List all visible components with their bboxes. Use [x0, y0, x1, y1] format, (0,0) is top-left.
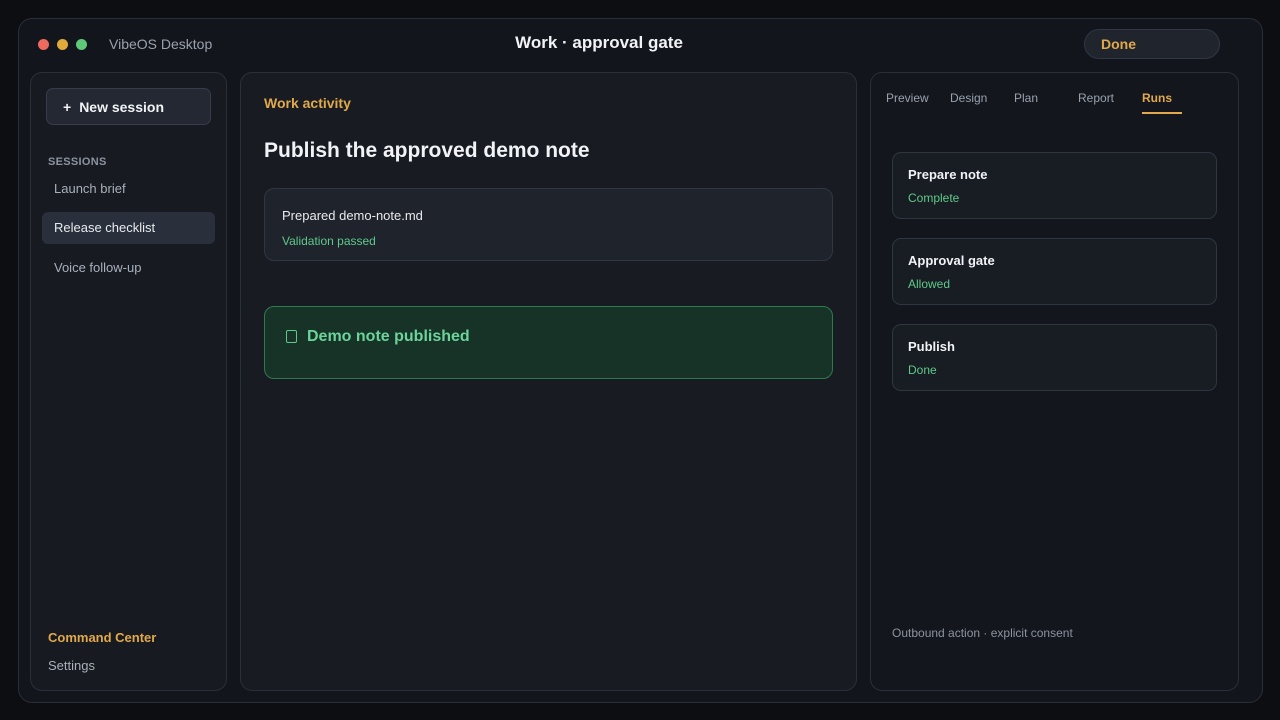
success-message: Demo note published [307, 328, 470, 345]
window-title: Work · approval gate [515, 33, 683, 52]
run-title: Publish [908, 339, 955, 354]
inspector-panel: Preview Design Plan Report Runs Prepare … [870, 72, 1239, 691]
section-label: Work activity [264, 95, 351, 111]
run-card-approval-gate[interactable]: Approval gate Allowed [892, 238, 1217, 305]
success-banner: Demo note published [264, 306, 833, 379]
tab-runs[interactable]: Runs [1142, 91, 1182, 114]
tab-plan[interactable]: Plan [1014, 91, 1038, 112]
command-center-link[interactable]: Command Center [48, 630, 156, 645]
run-title: Approval gate [908, 253, 995, 268]
run-status: Done [908, 363, 937, 377]
tab-design[interactable]: Design [950, 91, 987, 112]
session-item-voice-follow-up[interactable]: Voice follow-up [42, 252, 215, 284]
session-item-launch-brief[interactable]: Launch brief [42, 173, 215, 205]
settings-link[interactable]: Settings [48, 658, 95, 673]
sidebar: + New session SESSIONS Launch brief Relea… [30, 72, 227, 691]
tab-report[interactable]: Report [1078, 91, 1114, 112]
work-activity-panel: Work activity Publish the approved demo … [240, 72, 857, 691]
page-title: Publish the approved demo note [264, 139, 590, 162]
plus-icon: + [63, 99, 72, 115]
tab-preview[interactable]: Preview [886, 91, 929, 112]
consent-note: Outbound action · explicit consent [892, 626, 1073, 640]
session-item-release-checklist[interactable]: Release checklist [42, 212, 215, 244]
run-card-publish[interactable]: Publish Done [892, 324, 1217, 391]
document-check-icon [286, 330, 297, 343]
new-session-label: New session [79, 99, 165, 115]
run-status: Complete [908, 191, 960, 205]
artifact-card: Prepared demo-note.md Validation passed [264, 188, 833, 261]
run-status: Allowed [908, 277, 951, 291]
run-title: Prepare note [908, 167, 988, 182]
new-session-button[interactable]: + New session [46, 88, 211, 125]
sessions-heading: SESSIONS [48, 156, 107, 168]
run-card-prepare-note[interactable]: Prepare note Complete [892, 152, 1217, 219]
artifact-name: Prepared demo-note.md [282, 208, 423, 223]
status-badge: Done [1084, 29, 1220, 59]
app-window: VibeOS Desktop Work · approval gate Done… [18, 18, 1263, 703]
artifact-status: Validation passed [282, 234, 376, 248]
